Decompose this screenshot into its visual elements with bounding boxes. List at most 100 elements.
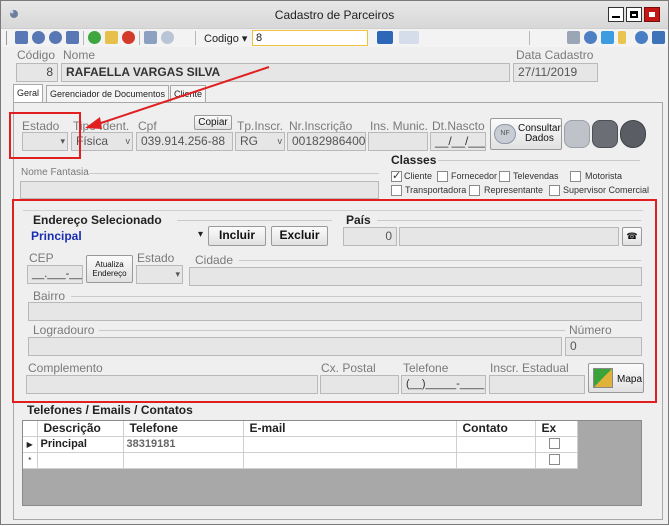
inscr-estadual-field[interactable]	[489, 375, 585, 394]
mapa-label: Mapa	[617, 374, 643, 385]
col-ex[interactable]: Ex	[535, 421, 578, 437]
phone-icon[interactable]	[620, 120, 646, 148]
incluir-button[interactable]: Incluir	[208, 226, 266, 246]
endereco-selecionado-label: Endereço Selecionado	[33, 213, 162, 227]
excluir-button[interactable]: Excluir	[271, 226, 328, 246]
col-email[interactable]: E-mail	[243, 421, 457, 437]
cell-email[interactable]	[243, 452, 457, 469]
undo-icon[interactable]	[161, 31, 174, 44]
ex-checkbox[interactable]	[548, 438, 560, 449]
row-indicator: ▶	[23, 436, 38, 453]
dt-nascto-field[interactable]: __/__/____	[430, 132, 486, 151]
table-row[interactable]: *	[23, 452, 578, 469]
pais-code-field[interactable]: 0	[343, 227, 397, 246]
nfe-icon: NF	[494, 124, 516, 144]
consultar-dados-label: Consultar Dados	[518, 123, 561, 144]
row-indicator: *	[23, 452, 38, 469]
cell-descricao[interactable]	[37, 452, 124, 469]
classe-motorista-label: Motorista	[585, 171, 623, 181]
data-cadastro-field[interactable]: 27/11/2019	[513, 63, 598, 82]
previous-record-icon[interactable]	[32, 31, 45, 44]
ex-checkbox[interactable]	[548, 454, 560, 465]
save-icon[interactable]	[144, 31, 157, 44]
cell-contato[interactable]	[456, 436, 536, 453]
telefone-field[interactable]: (__)_____-____	[401, 375, 486, 394]
map-icon	[593, 368, 613, 388]
cep-label: CEP	[29, 251, 54, 265]
cx-postal-field[interactable]	[320, 375, 399, 394]
minimize-button[interactable]	[608, 7, 624, 22]
col-descricao[interactable]: Descrição	[37, 421, 124, 437]
classe-televendas-checkbox[interactable]	[499, 171, 510, 182]
search-icon[interactable]	[584, 31, 597, 44]
filter-icon[interactable]	[618, 31, 626, 44]
chart-icon[interactable]	[399, 31, 419, 44]
codigo-label: Código	[17, 48, 56, 62]
tab-cliente[interactable]: Cliente	[170, 85, 207, 102]
classe-supervisor-checkbox[interactable]	[549, 185, 560, 196]
cell-contato[interactable]	[456, 452, 536, 469]
codigo-field[interactable]: 8	[16, 63, 58, 82]
cep-field[interactable]: __.___-___	[27, 265, 83, 284]
atualiza-endereco-button[interactable]: Atualiza Endereço	[86, 255, 133, 283]
table-row[interactable]: ▶ Principal 38319181	[23, 436, 578, 453]
tab-geral[interactable]: Geral	[13, 84, 44, 103]
logradouro-field[interactable]	[28, 337, 562, 356]
print-icon[interactable]	[567, 31, 580, 44]
delete-record-icon[interactable]	[122, 31, 135, 44]
contact-card-icon[interactable]	[592, 120, 618, 148]
estado-highlight	[9, 112, 81, 159]
nr-inscricao-label: Nr.Inscrição	[289, 119, 353, 133]
contatos-grid: Descrição Telefone E-mail Contato Ex ▶ P…	[22, 420, 642, 506]
consultar-dados-button[interactable]: NF Consultar Dados	[490, 118, 562, 150]
user-icon[interactable]	[635, 31, 648, 44]
menu-icon[interactable]	[652, 31, 665, 44]
add-record-icon[interactable]	[88, 31, 101, 44]
nome-field[interactable]: RAFAELLA VARGAS SILVA	[61, 63, 510, 82]
col-contato[interactable]: Contato	[456, 421, 536, 437]
ins-munic-field[interactable]	[368, 132, 428, 151]
close-button[interactable]	[644, 7, 660, 22]
cell-descricao[interactable]: Principal	[37, 436, 124, 453]
tab-gerenciador-documentos[interactable]: Gerenciador de Documentos	[46, 85, 170, 102]
cidade-field[interactable]	[189, 267, 642, 286]
next-record-icon[interactable]	[49, 31, 62, 44]
phone-search-icon: ☎	[626, 231, 638, 241]
nome-fantasia-field[interactable]	[20, 181, 379, 199]
pais-search-button[interactable]: ☎	[622, 227, 642, 246]
refresh-icon[interactable]	[601, 31, 614, 44]
endereco-estado-select[interactable]: ▾	[136, 265, 183, 284]
codigo-search-input[interactable]: 8	[252, 30, 368, 46]
endereco-selecionado-select[interactable]: Principal ▾	[31, 229, 203, 245]
pais-name-field[interactable]	[399, 227, 619, 246]
grid-view-icon[interactable]	[377, 31, 393, 44]
classe-representante-checkbox[interactable]	[469, 185, 480, 196]
complemento-field[interactable]	[26, 375, 318, 394]
cpf-label: Cpf	[138, 119, 157, 133]
classe-motorista-checkbox[interactable]	[570, 171, 581, 182]
tp-inscr-select[interactable]: RG v	[235, 132, 285, 151]
mapa-button[interactable]: Mapa	[588, 363, 644, 393]
copiar-button[interactable]: Copiar	[194, 115, 232, 130]
cell-email[interactable]	[243, 436, 457, 453]
classe-transportadora-label: Transportadora	[405, 185, 467, 195]
edit-record-icon[interactable]	[105, 31, 118, 44]
cell-ex[interactable]	[535, 452, 578, 469]
numero-field[interactable]: 0	[565, 337, 642, 356]
classe-transportadora-checkbox[interactable]	[391, 185, 402, 196]
classe-fornecedor-checkbox[interactable]	[437, 171, 448, 182]
cell-telefone[interactable]: 38319181	[123, 436, 244, 453]
col-telefone[interactable]: Telefone	[123, 421, 244, 437]
cell-ex[interactable]	[535, 436, 578, 453]
cpf-field[interactable]: 039.914.256-88	[136, 132, 233, 151]
bairro-field[interactable]	[28, 302, 642, 321]
nr-inscricao-field[interactable]: 0018298640071	[287, 132, 366, 151]
classe-cliente-checkbox[interactable]	[391, 169, 402, 182]
cidade-label: Cidade	[195, 253, 234, 267]
first-record-icon[interactable]	[15, 31, 28, 44]
receita-icon[interactable]	[564, 120, 590, 148]
dt-nascto-label: Dt.Nascto	[432, 119, 485, 133]
last-record-icon[interactable]	[66, 31, 79, 44]
cell-telefone[interactable]	[123, 452, 244, 469]
maximize-button[interactable]	[626, 7, 642, 22]
